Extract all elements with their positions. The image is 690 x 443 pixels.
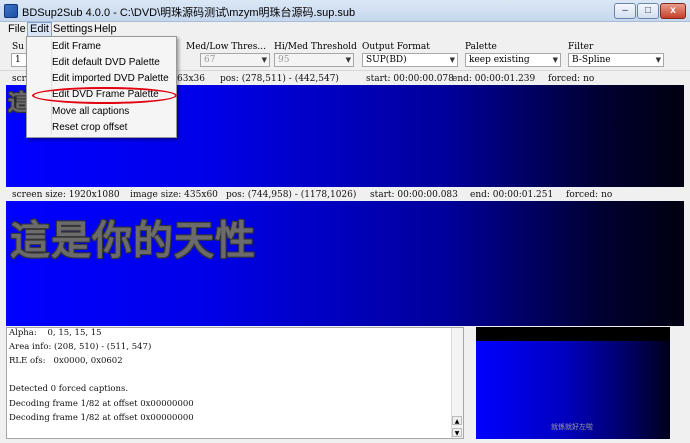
log-line: Alpha: 0, 15, 15, 15 bbox=[9, 328, 102, 338]
chevron-down-icon: ▼ bbox=[449, 56, 455, 64]
log-line: Detected 0 forced captions. bbox=[9, 384, 129, 394]
palette-value: keep existing bbox=[469, 55, 530, 65]
maximize-button[interactable]: □ bbox=[637, 3, 659, 19]
log-line: Area info: (208, 510) - (511, 547) bbox=[9, 342, 152, 352]
start-time-text: start: 00:00:00.083 bbox=[370, 190, 458, 200]
scroll-down-icon[interactable]: ▼ bbox=[452, 428, 462, 437]
menu-item-edit-imported-dvd-palette[interactable]: Edit imported DVD Palette bbox=[52, 73, 169, 84]
filter-value: B-Spline bbox=[572, 55, 611, 65]
menu-item-reset-crop-offset[interactable]: Reset crop offset bbox=[52, 122, 127, 133]
position-text: pos: (744,958) - (1178,1026) bbox=[226, 190, 357, 200]
app-icon bbox=[4, 4, 18, 18]
filter-select[interactable]: B-Spline ▼ bbox=[568, 53, 664, 67]
highlight-ring bbox=[32, 87, 177, 104]
output-format-label: Output Format bbox=[362, 42, 430, 52]
thumbnail-caption: 就係就好左啦 bbox=[551, 424, 593, 431]
position-text: pos: (278,511) - (442,547) bbox=[220, 74, 339, 84]
menu-item-edit-frame[interactable]: Edit Frame bbox=[52, 41, 101, 52]
screen-size-text: screen size: 1920x1080 bbox=[12, 190, 120, 200]
subtitle-index-field[interactable]: 1 bbox=[11, 53, 27, 67]
med-low-threshold-select[interactable]: 67 ▼ bbox=[200, 53, 270, 67]
filter-label: Filter bbox=[568, 42, 594, 52]
hi-med-threshold-label: Hi/Med Threshold bbox=[274, 42, 357, 52]
palette-select[interactable]: keep existing ▼ bbox=[465, 53, 561, 67]
thumbnail-frame: 就係就好左啦 bbox=[476, 341, 670, 439]
image-size-text: 63x36 bbox=[177, 74, 205, 84]
subtitle-label: Su bbox=[12, 42, 24, 52]
end-time-text: end: 00:00:01.251 bbox=[470, 190, 554, 200]
menu-edit[interactable]: Edit bbox=[27, 22, 52, 37]
menu-item-edit-default-dvd-palette[interactable]: Edit default DVD Palette bbox=[52, 57, 160, 68]
target-caption: 這是你的天性 bbox=[10, 218, 256, 264]
log-console[interactable]: Alpha: 0, 15, 15, 15 Area info: (208, 51… bbox=[6, 327, 464, 439]
close-button[interactable]: x bbox=[660, 3, 686, 19]
menu-bar: File Edit Settings Help bbox=[0, 22, 690, 37]
med-low-threshold-value: 67 bbox=[204, 55, 216, 65]
log-line: RLE ofs: 0x0000, 0x0602 bbox=[9, 356, 123, 366]
hi-med-threshold-value: 95 bbox=[278, 55, 290, 65]
forced-text: forced: no bbox=[548, 74, 595, 84]
start-time-text: start: 00:00:00.078 bbox=[366, 74, 454, 84]
window-title: BDSup2Sub 4.0.0 - C:\DVD\明珠源码测试\mzym明珠台源… bbox=[22, 7, 356, 19]
med-low-threshold-label: Med/Low Thres... bbox=[186, 42, 266, 52]
target-preview: 這是你的天性 bbox=[6, 201, 684, 326]
log-line: Decoding frame 1/82 at offset 0x00000000 bbox=[9, 399, 194, 409]
menu-file[interactable]: File bbox=[6, 23, 28, 36]
title-bar: BDSup2Sub 4.0.0 - C:\DVD\明珠源码测试\mzym明珠台源… bbox=[0, 0, 690, 22]
screen-size-text: scr bbox=[12, 74, 26, 84]
image-size-text: image size: 435x60 bbox=[130, 190, 218, 200]
end-time-text: end: 00:00:01.239 bbox=[452, 74, 536, 84]
chevron-down-icon: ▼ bbox=[655, 56, 661, 64]
forced-text: forced: no bbox=[566, 190, 613, 200]
output-format-select[interactable]: SUP(BD) ▼ bbox=[362, 53, 458, 67]
menu-settings[interactable]: Settings bbox=[51, 23, 95, 36]
log-scrollbar[interactable]: ▲ ▼ bbox=[451, 328, 463, 438]
log-line: Decoding frame 1/82 at offset 0x00000000 bbox=[9, 413, 194, 423]
thumbnail-preview: 就係就好左啦 bbox=[476, 327, 670, 439]
menu-item-move-all-captions[interactable]: Move all captions bbox=[52, 106, 129, 117]
minimize-button[interactable]: – bbox=[614, 3, 636, 19]
scroll-up-icon[interactable]: ▲ bbox=[452, 416, 462, 425]
menu-gutter bbox=[51, 39, 52, 135]
menu-help[interactable]: Help bbox=[92, 23, 119, 36]
chevron-down-icon: ▼ bbox=[261, 56, 267, 64]
palette-label: Palette bbox=[465, 42, 497, 52]
hi-med-threshold-select[interactable]: 95 ▼ bbox=[274, 53, 354, 67]
output-format-value: SUP(BD) bbox=[366, 55, 407, 65]
chevron-down-icon: ▼ bbox=[345, 56, 351, 64]
edit-dropdown-menu: Edit Frame Edit default DVD Palette Edit… bbox=[26, 36, 177, 138]
chevron-down-icon: ▼ bbox=[552, 56, 558, 64]
